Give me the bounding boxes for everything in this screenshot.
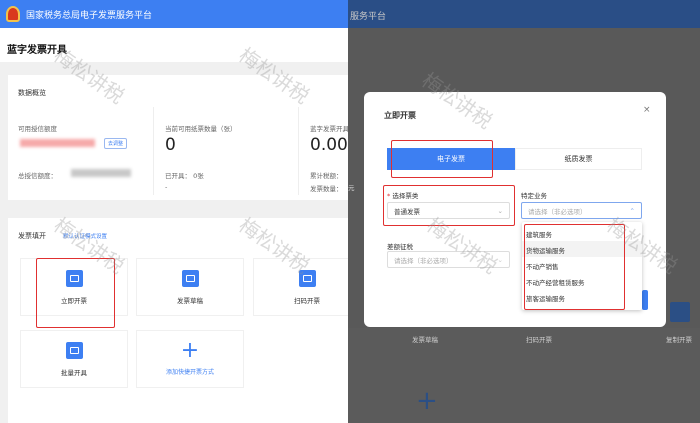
chevron-up-icon: ⌃ xyxy=(629,206,635,215)
chevron-down-icon: ⌄ xyxy=(497,255,503,264)
tile-label: 发票草稿 xyxy=(177,296,203,305)
credit-label: 可用授信额度 xyxy=(18,125,57,133)
credit-value-blurred xyxy=(20,139,95,147)
plus-icon: + xyxy=(416,386,438,416)
data-overview-card: 数据概览 可用授信额度 去调整 总授信额度： 当前可用纸票数量（张） 0 已开具… xyxy=(8,75,348,200)
bg-tile-draft: 发票草稿 xyxy=(412,336,438,344)
highlight-box xyxy=(36,258,115,328)
special-business-label: 特定业务 xyxy=(521,192,547,200)
yuan-text: 元 xyxy=(348,184,355,192)
blue-invoice-value: 0.00 xyxy=(310,135,348,155)
batch-icon xyxy=(65,341,83,359)
tab-paper-invoice[interactable]: 纸质发票 xyxy=(515,148,642,170)
tile-draft[interactable]: 发票草稿 xyxy=(136,258,244,316)
qr-icon xyxy=(298,269,316,287)
paper-count-value: 0 xyxy=(165,135,176,155)
highlight-box xyxy=(383,185,515,226)
page-title: 蓝字发票开具 xyxy=(0,28,348,62)
tile-label: 扫码开票 xyxy=(294,296,320,305)
add-shortcut-button[interactable]: + 添加快捷开票方式 xyxy=(136,330,244,388)
issue-now-dialog: 立即开票 × 电子发票 纸质发票 * 选择票类 普通发票 ⌄ 特定业务 请选择（非… xyxy=(364,92,666,327)
issued-label: 已开具： xyxy=(165,172,191,180)
add-label: 添加快捷开票方式 xyxy=(165,368,214,376)
placeholder: 请选择（非必选项） xyxy=(394,256,453,265)
copy-icon xyxy=(670,302,690,322)
issued-dash: - xyxy=(165,183,168,191)
blue-invoice-label: 蓝字发票开具 xyxy=(310,125,348,133)
plus-icon: + xyxy=(180,337,200,363)
issue-title: 发票填开 xyxy=(18,232,46,240)
placeholder: 请选择（非必选项） xyxy=(528,207,587,216)
draft-icon xyxy=(181,269,199,287)
tax-emblem-icon xyxy=(6,6,20,22)
diff-tax-label: 差额征税 xyxy=(387,243,413,251)
top-header-dimmed: 服务平台 xyxy=(348,0,700,28)
default-mode-link[interactable]: 默认认证模式设置 xyxy=(63,232,107,240)
highlight-box xyxy=(524,224,625,310)
highlight-box xyxy=(391,140,493,178)
special-business-select[interactable]: 请选择（非必选项） ⌃ xyxy=(521,202,642,219)
adjust-button[interactable]: 去调整 xyxy=(104,138,128,149)
app-title: 国家税务总局电子发票服务平台 xyxy=(26,10,153,21)
dialog-screen: 服务平台 元 发票草稿 扫码开票 复制开票 + 立即开票 × 电子发票 纸质发票… xyxy=(348,0,700,423)
tile-label: 批量开具 xyxy=(61,368,87,377)
diff-tax-select[interactable]: 请选择（非必选项） ⌄ xyxy=(387,251,510,268)
tile-scan[interactable]: 扫码开票 xyxy=(253,258,348,316)
paper-count-label: 当前可用纸票数量（张） xyxy=(165,125,237,133)
invoice-page: 国家税务总局电子发票服务平台 蓝字发票开具 数据概览 可用授信额度 去调整 总授… xyxy=(0,0,348,423)
tax-label: 累计税额： xyxy=(310,172,343,180)
bg-tile-scan: 扫码开票 xyxy=(526,336,552,344)
top-header: 国家税务总局电子发票服务平台 xyxy=(0,0,348,28)
issued-value: 0张 xyxy=(193,172,204,180)
tile-batch[interactable]: 批量开具 xyxy=(20,330,128,388)
overview-title: 数据概览 xyxy=(18,89,46,97)
total-credit-blurred xyxy=(71,169,131,177)
bg-tile-copy: 复制开票 xyxy=(666,336,692,344)
invoice-issue-card: 发票填开 默认认证模式设置 立即开票 发票草稿 扫码开票 批量开具 + 添加快捷开… xyxy=(8,218,348,423)
count-label: 发票数量： xyxy=(310,185,343,193)
total-credit-label: 总授信额度： xyxy=(18,172,57,180)
dialog-title: 立即开票 xyxy=(384,111,416,120)
confirm-button-partial[interactable] xyxy=(642,290,648,310)
close-button[interactable]: × xyxy=(643,105,651,115)
